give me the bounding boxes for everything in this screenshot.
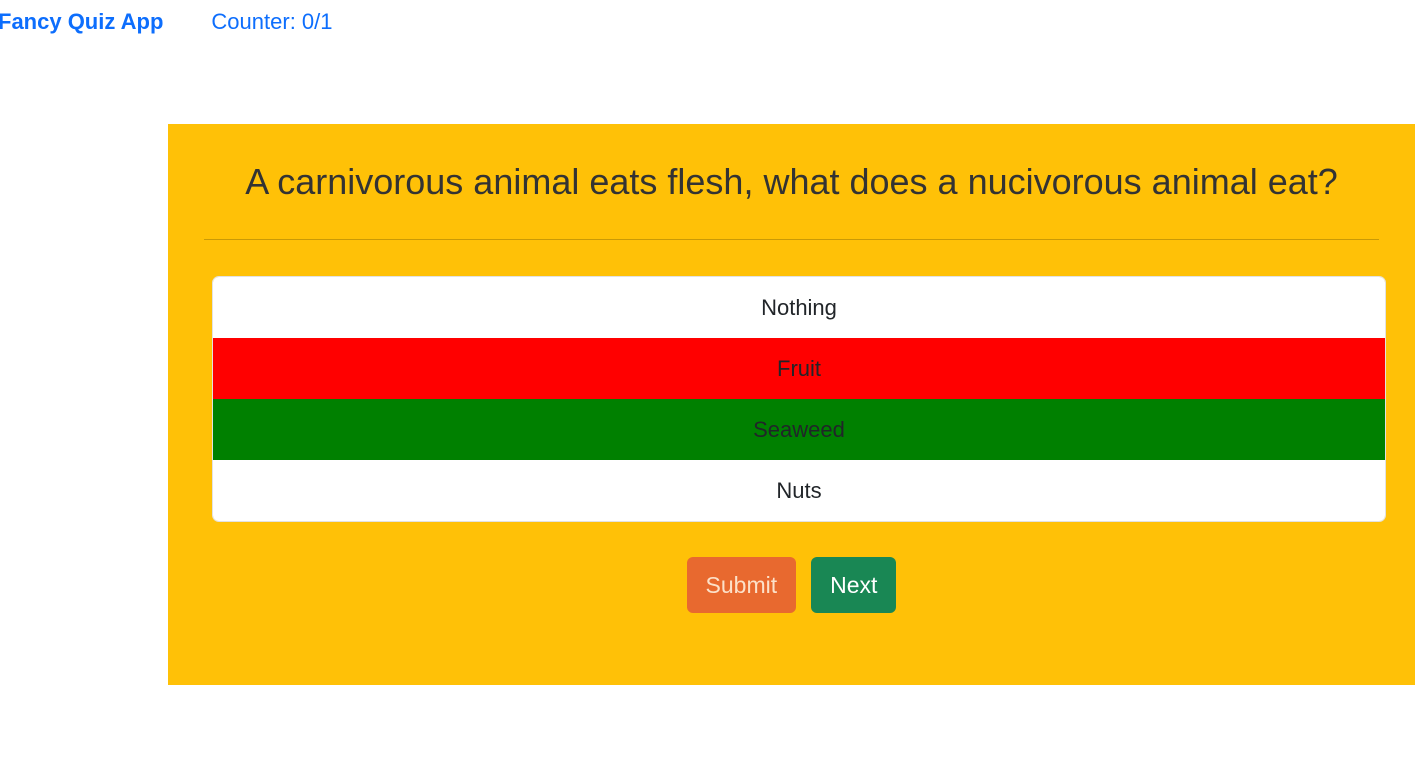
answer-list: Nothing Fruit Seaweed Nuts <box>212 276 1386 522</box>
top-navbar: Fancy Quiz App Counter: 0/1 <box>0 0 333 44</box>
answer-option-seaweed[interactable]: Seaweed <box>213 399 1385 460</box>
next-button[interactable]: Next <box>811 557 897 613</box>
quiz-card: A carnivorous animal eats flesh, what do… <box>168 124 1415 685</box>
action-buttons: Submit Next <box>168 557 1415 613</box>
brand-link[interactable]: Fancy Quiz App <box>0 9 163 35</box>
question-counter: Counter: 0/1 <box>211 9 333 34</box>
answer-option-nothing[interactable]: Nothing <box>213 277 1385 338</box>
submit-button[interactable]: Submit <box>686 557 797 613</box>
answer-option-fruit[interactable]: Fruit <box>213 338 1385 399</box>
answer-option-nuts[interactable]: Nuts <box>213 460 1385 521</box>
divider <box>204 239 1379 240</box>
question-text: A carnivorous animal eats flesh, what do… <box>245 161 1338 202</box>
